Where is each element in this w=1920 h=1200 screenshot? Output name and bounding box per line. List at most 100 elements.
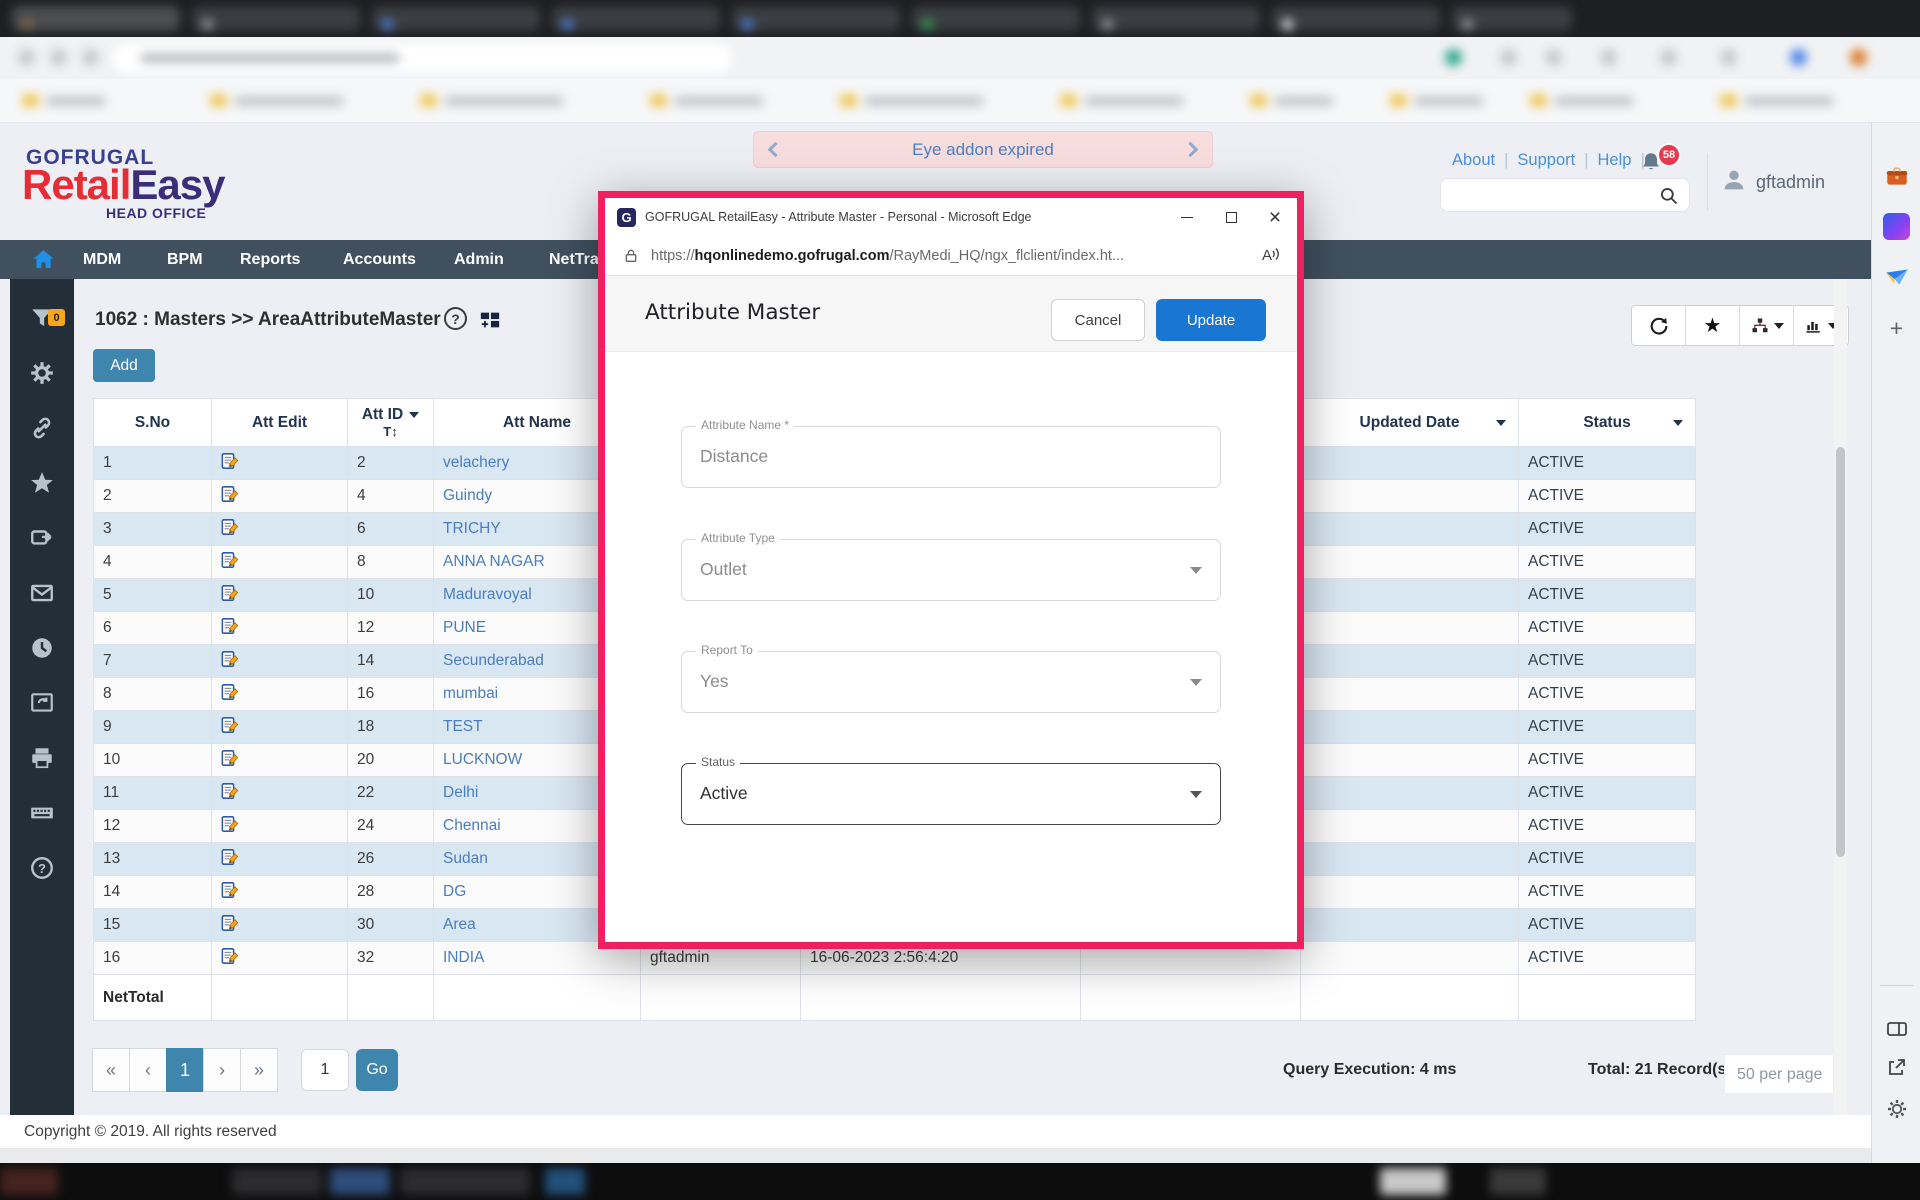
goto-page-input[interactable] <box>301 1049 349 1091</box>
cell-att-edit[interactable] <box>212 810 348 843</box>
workspaces-toolbox-icon[interactable] <box>1883 163 1910 190</box>
attribute-type-select[interactable]: Attribute Type Outlet <box>681 539 1221 601</box>
extension-icon[interactable] <box>1445 49 1462 66</box>
page-next-button[interactable]: › <box>203 1048 241 1092</box>
cell-att-edit[interactable] <box>212 909 348 942</box>
bookmark-folder-icon[interactable] <box>210 94 227 107</box>
banner-prev-icon[interactable] <box>768 142 784 158</box>
edit-icon[interactable] <box>221 881 239 899</box>
cell-att-edit[interactable] <box>212 546 348 579</box>
col-header-sno[interactable]: S.No <box>94 399 212 447</box>
help-link[interactable]: Help <box>1598 151 1632 170</box>
bookmark-folder-icon[interactable] <box>650 94 667 107</box>
printer-icon[interactable] <box>29 745 55 771</box>
cell-att-edit[interactable] <box>212 843 348 876</box>
nav-item-bpm[interactable]: BPM <box>167 240 203 279</box>
col-header-status[interactable]: Status <box>1519 399 1696 447</box>
clock-icon[interactable] <box>29 635 55 661</box>
search-icon[interactable] <box>1659 186 1679 211</box>
per-page-select[interactable]: 50 per page <box>1724 1054 1834 1094</box>
close-button[interactable]: × <box>1253 198 1297 236</box>
minimize-button[interactable] <box>1165 198 1209 236</box>
share-export-icon[interactable] <box>29 525 55 551</box>
edit-icon[interactable] <box>221 551 239 569</box>
edit-icon[interactable] <box>221 848 239 866</box>
nav-item-reports[interactable]: Reports <box>240 240 300 279</box>
col-header-att-edit[interactable]: Att Edit <box>212 399 348 447</box>
search-input[interactable] <box>1451 183 1651 207</box>
sidebar-panel-icon[interactable] <box>1883 1015 1910 1042</box>
bookmark-folder-icon[interactable] <box>1390 94 1407 107</box>
edit-icon[interactable] <box>221 683 239 701</box>
url-text[interactable]: https://hqonlinedemo.gofrugal.com/RayMed… <box>651 248 1262 264</box>
cell-att-edit[interactable] <box>212 447 348 480</box>
taskbar-item[interactable] <box>330 1168 390 1195</box>
lock-icon[interactable] <box>623 248 639 264</box>
username-label[interactable]: gftadmin <box>1756 172 1825 193</box>
report-window-icon[interactable] <box>29 690 55 716</box>
popup-url-bar[interactable]: https://hqonlinedemo.gofrugal.com/RayMed… <box>605 236 1297 276</box>
edit-icon[interactable] <box>221 650 239 668</box>
bookmark-folder-icon[interactable] <box>420 94 437 107</box>
browser-tab[interactable] <box>1092 6 1260 31</box>
browser-tab[interactable] <box>1272 6 1440 31</box>
cell-att-edit[interactable] <box>212 678 348 711</box>
nav-item-admin[interactable]: Admin <box>454 240 504 279</box>
cell-att-edit[interactable] <box>212 480 348 513</box>
browser-tab[interactable] <box>732 6 900 31</box>
banner-next-icon[interactable] <box>1183 142 1199 158</box>
bookmark-folder-icon[interactable] <box>1720 94 1737 107</box>
taskbar-item[interactable] <box>545 1168 585 1195</box>
edit-icon[interactable] <box>221 617 239 635</box>
nav-item-accounts[interactable]: Accounts <box>343 240 416 279</box>
cell-att-edit[interactable] <box>212 744 348 777</box>
cell-att-edit[interactable] <box>212 513 348 546</box>
edit-icon[interactable] <box>221 452 239 470</box>
edit-icon[interactable] <box>221 947 239 965</box>
back-icon[interactable] <box>18 49 35 66</box>
breadcrumb-help-icon[interactable]: ? <box>444 307 467 330</box>
bookmark-folder-icon[interactable] <box>22 94 39 107</box>
edit-icon[interactable] <box>221 518 239 536</box>
m365-copilot-icon[interactable] <box>1883 213 1910 240</box>
read-aloud-icon[interactable]: A <box>1262 247 1281 264</box>
page-number-button[interactable]: 1 <box>166 1048 204 1092</box>
keyboard-icon[interactable] <box>29 800 55 826</box>
edit-icon[interactable] <box>221 749 239 767</box>
profile-avatar[interactable] <box>1790 49 1807 66</box>
cell-att-edit[interactable] <box>212 942 348 975</box>
cell-att-edit[interactable] <box>212 777 348 810</box>
browser-tab[interactable] <box>12 6 180 31</box>
menu-icon[interactable] <box>1850 49 1867 66</box>
settings-gear-icon[interactable] <box>29 360 55 386</box>
edit-icon[interactable] <box>221 716 239 734</box>
favorite-button[interactable]: ★ <box>1686 306 1740 345</box>
help-icon[interactable]: ? <box>29 855 55 881</box>
cell-att-edit[interactable] <box>212 645 348 678</box>
bookmark-folder-icon[interactable] <box>840 94 857 107</box>
forward-icon[interactable] <box>50 49 67 66</box>
refresh-icon[interactable] <box>82 49 99 66</box>
support-link[interactable]: Support <box>1517 151 1575 170</box>
cell-att-edit[interactable] <box>212 612 348 645</box>
go-button[interactable]: Go <box>356 1049 398 1091</box>
taskbar-item[interactable] <box>1490 1168 1546 1195</box>
extension-icon[interactable] <box>1720 49 1737 66</box>
home-icon[interactable] <box>31 247 56 277</box>
browser-tab[interactable] <box>372 6 540 31</box>
about-link[interactable]: About <box>1452 151 1495 170</box>
attribute-name-field[interactable]: Attribute Name * Distance <box>681 426 1221 488</box>
edit-icon[interactable] <box>221 584 239 602</box>
taskbar-item[interactable] <box>0 1168 58 1195</box>
browser-tab[interactable] <box>192 6 360 31</box>
taskbar-item[interactable] <box>400 1168 530 1195</box>
drop-plane-icon[interactable] <box>1883 263 1910 290</box>
user-avatar-icon[interactable] <box>1720 166 1748 194</box>
nav-item-nettrade[interactable]: NetTra <box>549 240 599 279</box>
extension-icon[interactable] <box>1600 49 1617 66</box>
page-last-button[interactable]: » <box>240 1048 278 1092</box>
extension-icon[interactable] <box>1500 49 1517 66</box>
bookmark-folder-icon[interactable] <box>1530 94 1547 107</box>
taskbar-item[interactable] <box>1380 1168 1446 1195</box>
browser-tab[interactable] <box>912 6 1080 31</box>
